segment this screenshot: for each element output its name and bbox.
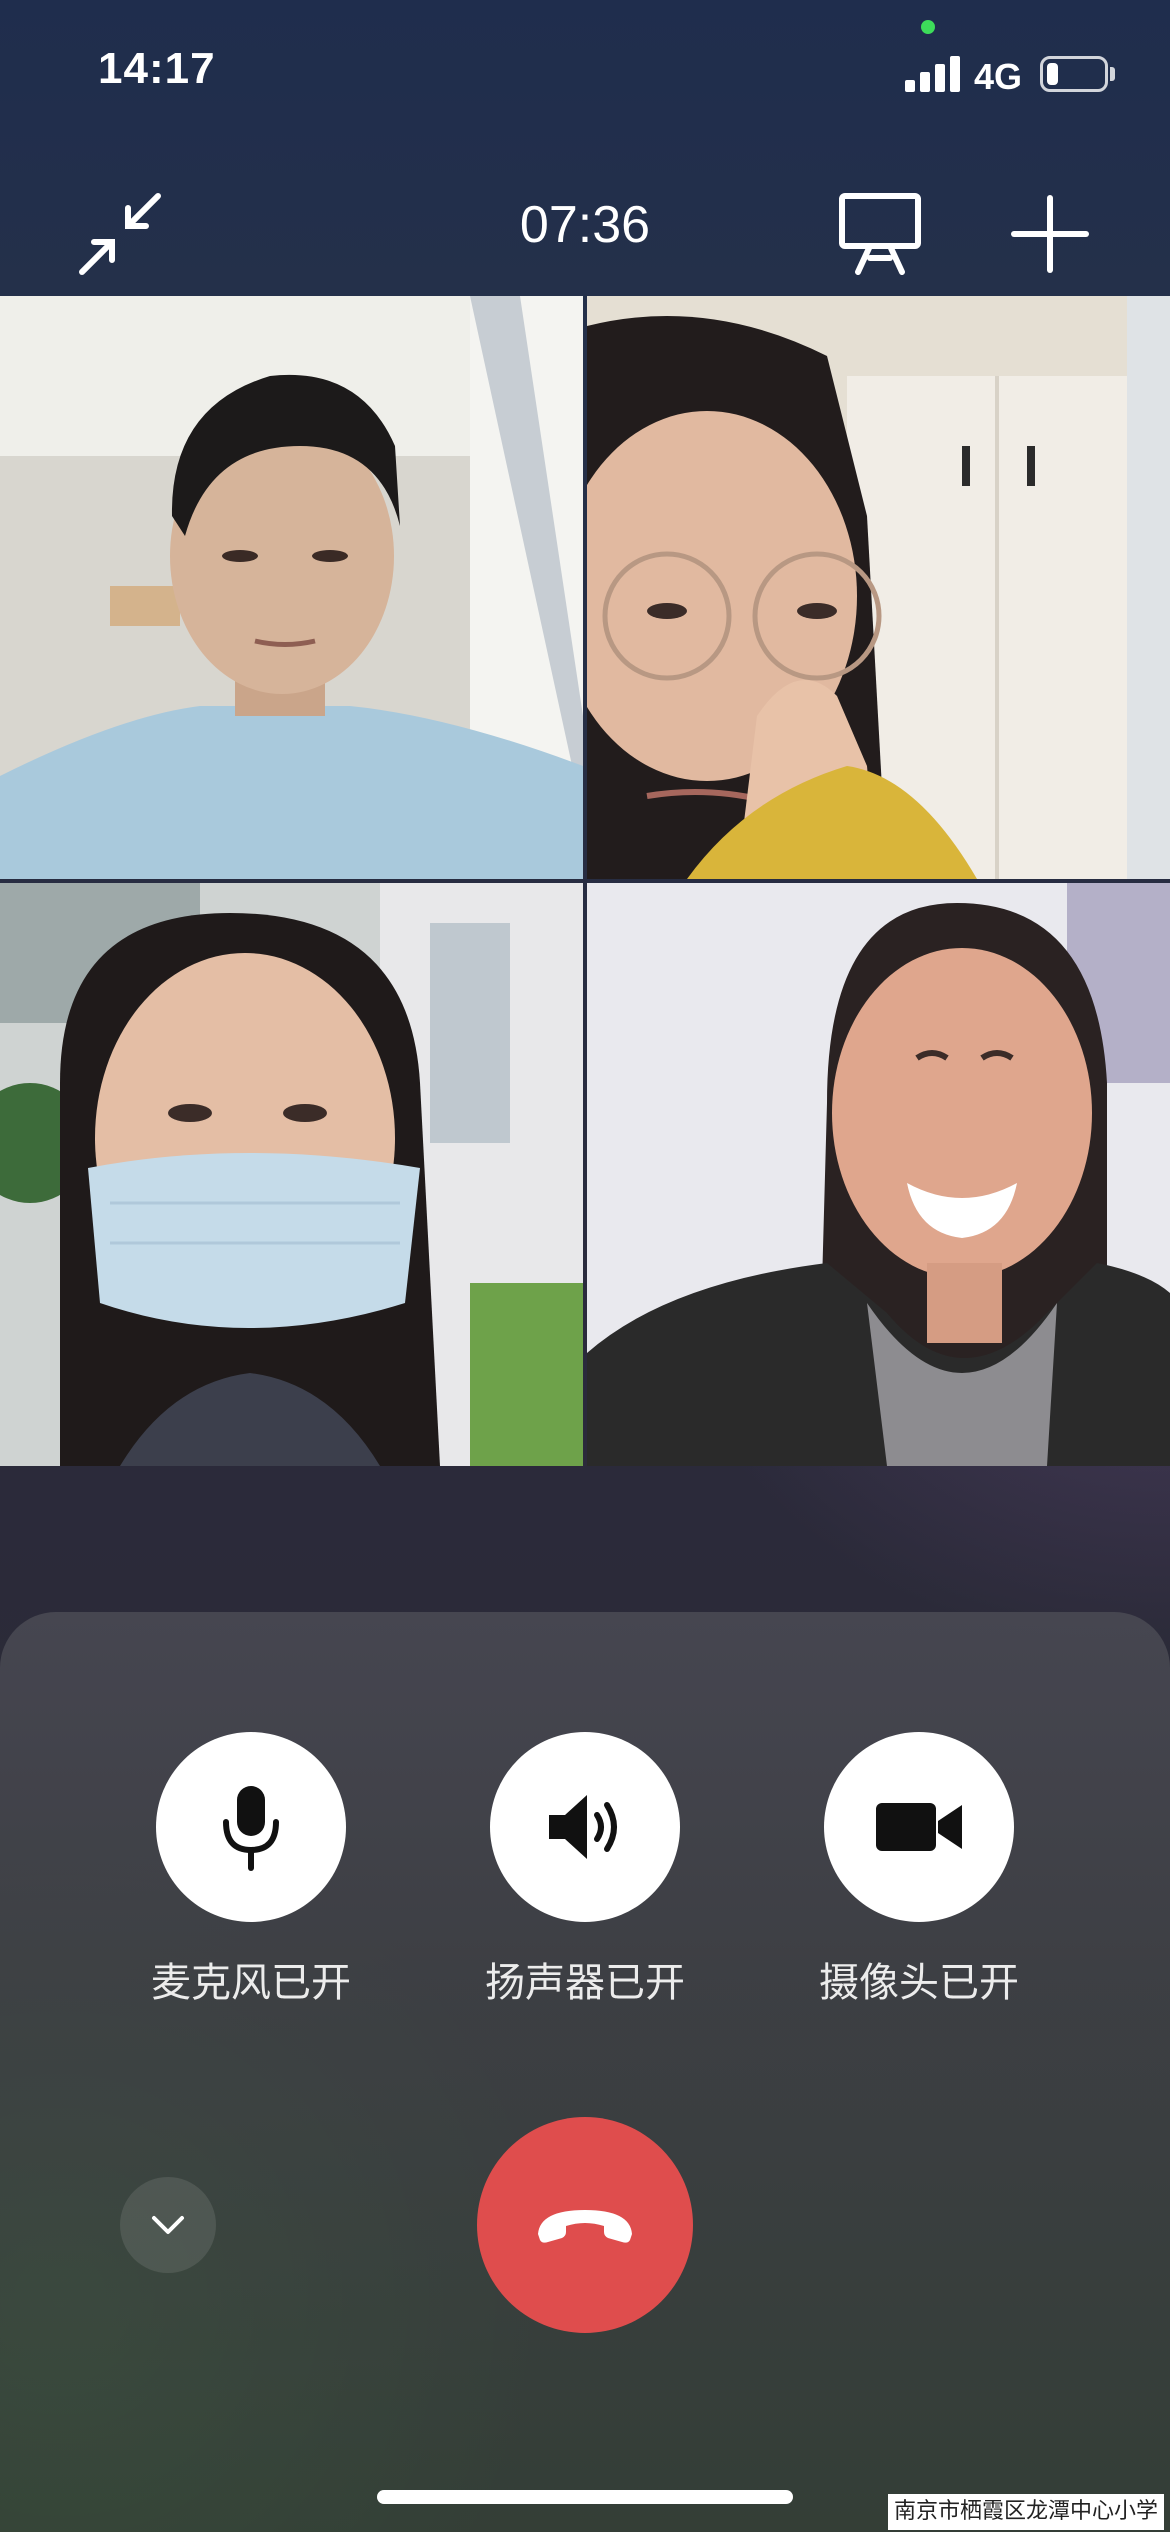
camera-toggle[interactable]: 摄像头已开 (769, 1732, 1069, 2008)
network-type: 4G (974, 56, 1023, 97)
plus-icon (1011, 195, 1089, 273)
signal-strength-icon (905, 56, 961, 92)
camera-in-use-indicator (921, 20, 935, 34)
minimize-button[interactable] (70, 184, 170, 284)
screen-share-icon (839, 193, 921, 275)
battery-icon (1040, 56, 1108, 92)
call-controls-panel: 麦克风已开 扬声器已开 摄像头已开 (0, 1612, 1170, 2532)
speaker-label: 扬声器已开 (485, 1960, 685, 2006)
screen-share-button[interactable] (830, 184, 930, 284)
video-camera-icon (876, 1803, 962, 1851)
speaker-icon (549, 1795, 617, 1859)
hang-up-phone-icon (538, 2210, 632, 2243)
participant-video-tile[interactable] (587, 296, 1170, 879)
participant-video (0, 296, 583, 879)
battery-tip (1110, 67, 1115, 81)
camera-button[interactable] (824, 1732, 1014, 1922)
microphone-toggle[interactable]: 麦克风已开 (101, 1732, 401, 2008)
status-time: 14:17 (98, 44, 216, 93)
video-grid (0, 296, 1170, 1466)
microphone-button[interactable] (156, 1732, 346, 1922)
participant-video-tile[interactable] (0, 883, 583, 1466)
speaker-toggle[interactable]: 扬声器已开 (435, 1732, 735, 2008)
microphone-label: 麦克风已开 (151, 1960, 351, 2006)
minimize-arrows-icon (79, 193, 161, 275)
speaker-button[interactable] (490, 1732, 680, 1922)
watermark: 南京市栖霞区龙潭中心小学 (887, 2494, 1164, 2530)
battery-level (1047, 63, 1058, 85)
chevron-down-icon (152, 2216, 184, 2234)
participant-video-tile[interactable] (587, 883, 1170, 1466)
call-toolbar: 07:36 (0, 160, 1170, 296)
status-bar: 14:17 4G (0, 0, 1170, 140)
camera-label: 摄像头已开 (819, 1960, 1019, 2006)
participant-video (0, 883, 583, 1466)
call-duration: 07:36 (519, 196, 651, 254)
microphone-icon (223, 1786, 279, 1871)
hang-up-button[interactable] (477, 2117, 693, 2333)
collapse-controls-button[interactable] (120, 2177, 216, 2273)
home-indicator[interactable] (377, 2490, 793, 2504)
participant-video (587, 883, 1170, 1466)
participant-video (587, 296, 1170, 879)
participant-video-tile[interactable] (0, 296, 583, 879)
add-participant-button[interactable] (1000, 184, 1100, 284)
face-mask (88, 1153, 420, 1328)
